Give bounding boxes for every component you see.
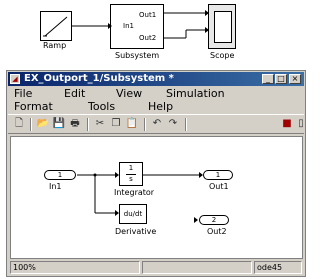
subsystem-wires <box>77 172 203 223</box>
derivative-symbol: du/dt <box>123 210 143 218</box>
redo-icon[interactable]: ↷ <box>166 117 180 131</box>
toolbar-separator <box>30 118 32 131</box>
menu-bar: File Edit View Simulation Format Tools H… <box>8 87 304 113</box>
status-zoom: 100% <box>10 261 140 274</box>
menu-tools[interactable]: Tools <box>88 100 115 113</box>
library-icon[interactable]: ■ <box>280 117 294 131</box>
window-title: EX_Outport_1/Subsystem * <box>24 73 174 84</box>
subsystem-window: ◢ EX_Outport_1/Subsystem * _ □ × File Ed… <box>6 70 306 277</box>
toolbar-separator <box>87 118 89 131</box>
diagram-canvas[interactable]: 1 In1 1 s Integrator 1 Out1 du/dt Deriva… <box>10 136 303 259</box>
print-icon[interactable]: 🖶 <box>68 117 82 131</box>
save-icon[interactable]: 💾 <box>52 117 66 131</box>
menu-view[interactable]: View <box>116 87 142 100</box>
title-bar[interactable]: ◢ EX_Outport_1/Subsystem * _ □ × <box>8 72 304 86</box>
in1-label: In1 <box>49 182 62 191</box>
paste-icon[interactable]: 📋 <box>125 117 139 131</box>
menu-simulation[interactable]: Simulation <box>166 87 225 100</box>
toolbar-separator <box>185 118 187 131</box>
simulink-window-icon: ◢ <box>10 74 20 84</box>
out2-port[interactable]: 2 <box>199 215 229 225</box>
integrator-numerator: 1 <box>128 164 134 172</box>
menu-help[interactable]: Help <box>148 100 173 113</box>
maximize-button[interactable]: □ <box>275 74 287 84</box>
out1-label: Out1 <box>209 182 229 191</box>
menu-format[interactable]: Format <box>14 100 53 113</box>
integrator-label: Integrator <box>114 188 155 197</box>
open-icon[interactable]: 📂 <box>36 117 50 131</box>
menu-file[interactable]: File <box>14 87 32 100</box>
integrator-denominator: s <box>129 175 133 183</box>
copy-icon[interactable]: ❐ <box>109 117 123 131</box>
toolbar-separator <box>144 118 146 131</box>
out1-port[interactable]: 1 <box>203 170 233 180</box>
status-empty <box>142 261 252 274</box>
debug-icon[interactable]: ▯ <box>294 117 308 131</box>
derivative-block[interactable]: du/dt <box>119 204 147 224</box>
toolbar: 🗋 📂 💾 🖶 ✂ ❐ 📋 ↶ ↷ ■ ▯ <box>8 114 304 134</box>
derivative-label: Derivative <box>115 227 157 236</box>
integrator-block[interactable]: 1 s <box>119 162 143 186</box>
cut-icon[interactable]: ✂ <box>93 117 107 131</box>
top-model-wires <box>72 10 209 39</box>
out2-label: Out2 <box>207 227 227 236</box>
menu-edit[interactable]: Edit <box>64 87 85 100</box>
status-solver: ode45 <box>254 261 302 274</box>
status-bar: 100% ode45 <box>8 261 304 275</box>
undo-icon[interactable]: ↶ <box>150 117 164 131</box>
minimize-button[interactable]: _ <box>262 74 274 84</box>
new-icon[interactable]: 🗋 <box>12 117 26 131</box>
close-button[interactable]: × <box>289 74 301 84</box>
in1-port[interactable]: 1 <box>44 170 76 180</box>
